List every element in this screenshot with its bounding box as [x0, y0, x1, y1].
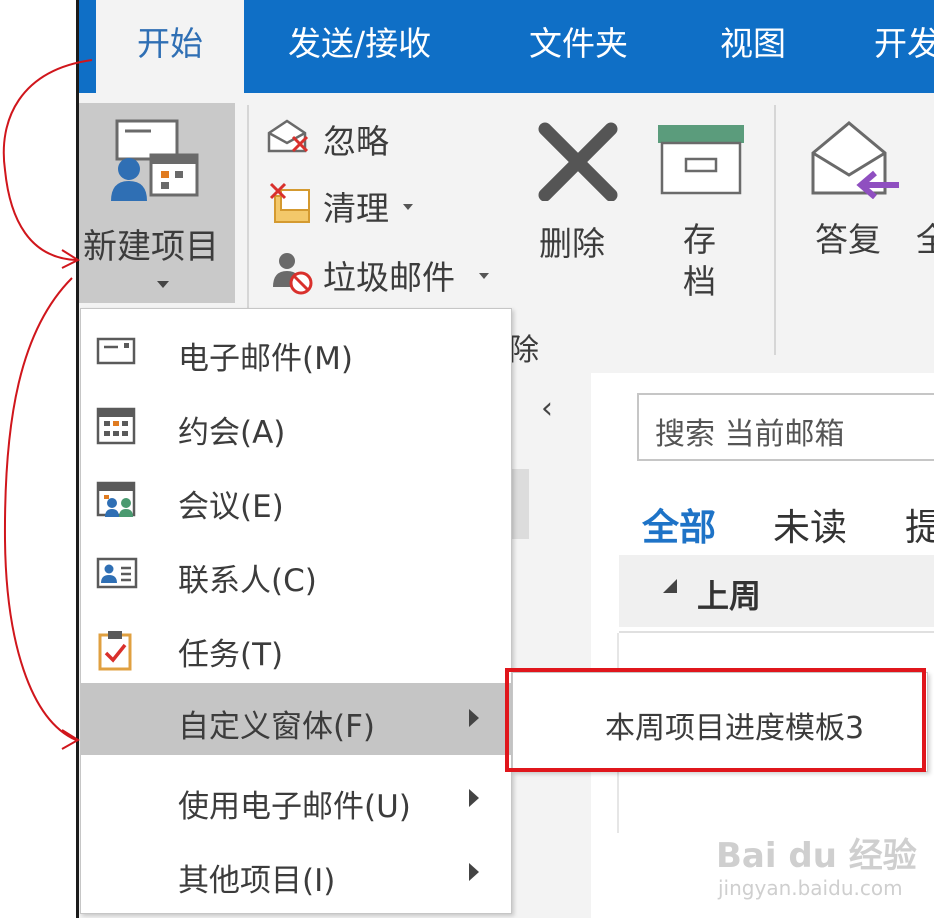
- watermark-brand: Bai du 经验: [716, 836, 917, 876]
- annotation-arrows: [2, 59, 93, 750]
- watermark-url: jingyan.baidu.com: [718, 876, 903, 900]
